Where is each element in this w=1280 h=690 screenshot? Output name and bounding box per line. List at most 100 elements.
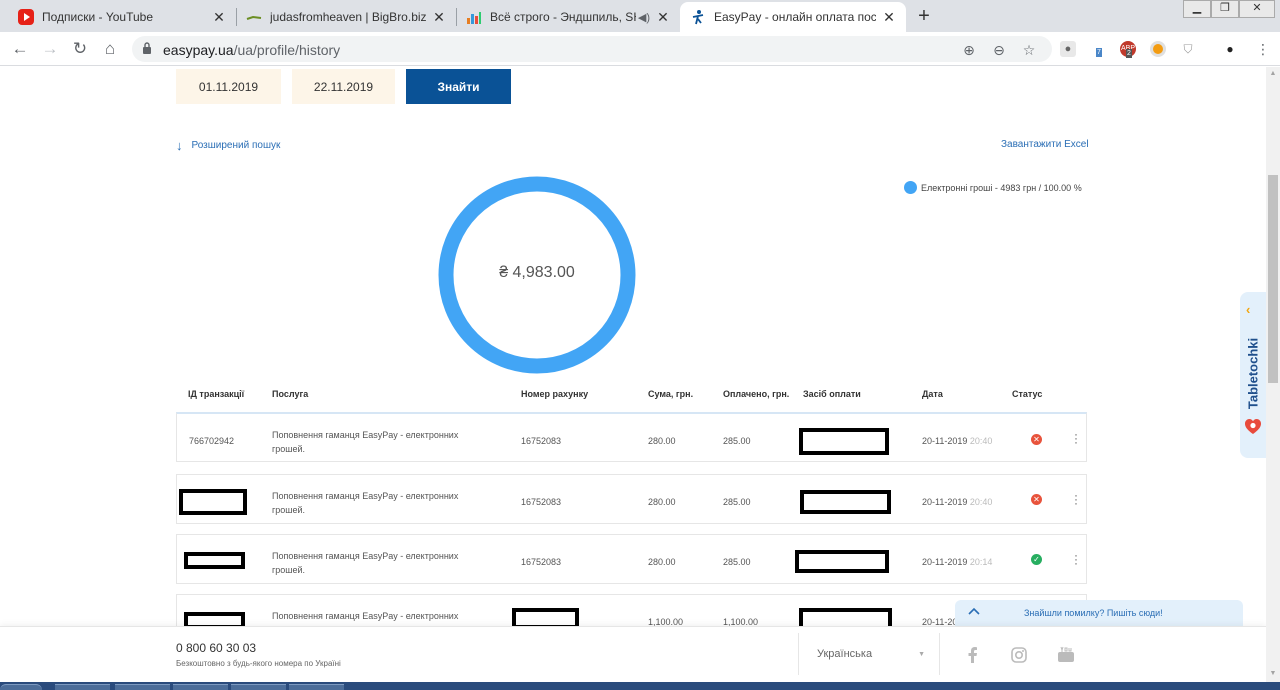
facebook-icon[interactable] — [964, 646, 982, 664]
close-window-button[interactable]: ✕ — [1239, 0, 1275, 18]
header-account: Номер рахунку — [521, 389, 589, 399]
account-number: 16752083 — [521, 497, 562, 507]
report-error-widget[interactable]: Знайшли помилку? Пишіть сюди! — [955, 600, 1243, 626]
table-row[interactable]: 766702942 Поповнення гаманця EasyPay - е… — [176, 412, 1087, 462]
report-error-label: Знайшли помилку? Пишіть сюди! — [1024, 608, 1163, 618]
scrollbar-thumb[interactable] — [1268, 175, 1278, 383]
instagram-icon[interactable] — [1010, 646, 1028, 664]
tab-strip: Подписки - YouTube ✕ judasfromheaven | B… — [0, 0, 1280, 32]
maximize-button[interactable]: ❐ — [1211, 0, 1239, 18]
scroll-down-arrow-icon[interactable]: ▼ — [1268, 670, 1278, 677]
status-failed-icon: ✕ — [1031, 434, 1042, 445]
taskbar-item[interactable] — [55, 684, 110, 690]
service-name: Поповнення гаманця EasyPay - електронних… — [272, 551, 459, 575]
tabletochki-widget[interactable]: ‹ Tabletochki — [1240, 292, 1266, 458]
language-select[interactable]: Українська ▼ — [798, 633, 940, 675]
row-menu-icon[interactable]: · · · — [1073, 489, 1079, 509]
amount: 280.00 — [648, 436, 676, 446]
tab-endshpil[interactable]: Всё строго - Эндшпиль, SH ◀) ✕ — [456, 2, 680, 32]
bookmark-star-icon[interactable]: ☆ — [1021, 42, 1037, 58]
tab-easypay[interactable]: EasyPay - онлайн оплата послуг ✕ — [680, 2, 906, 32]
close-icon[interactable]: ✕ — [656, 9, 670, 26]
legend-label: Електронні гроші - 4983 грн / 100.00 % — [921, 182, 1082, 193]
youtube-icon — [18, 9, 34, 25]
spy-extension-icon[interactable]: ● — [1222, 41, 1238, 57]
language-value: Українська — [817, 648, 873, 660]
legend-dot — [904, 181, 917, 194]
chevron-left-icon[interactable]: ‹ — [1246, 302, 1250, 317]
speaker-icon[interactable]: ◀) — [638, 11, 650, 24]
row-menu-icon[interactable]: · · · — [1073, 549, 1079, 569]
redacted-payment-method — [799, 428, 889, 455]
new-tab-button[interactable]: + — [912, 5, 936, 27]
tab-title: Всё строго - Эндшпиль, SH — [490, 10, 636, 24]
extension-icon[interactable]: 7 — [1090, 41, 1106, 57]
colorful-extension-icon[interactable] — [1150, 41, 1166, 57]
chevron-up-icon[interactable] — [967, 605, 981, 619]
caret-down-icon: ▼ — [918, 651, 925, 658]
service-name: Поповнення гаманця EasyPay - електронних… — [272, 491, 459, 515]
header-payment-method: Засіб оплати — [803, 389, 861, 399]
redacted-payment-method — [800, 490, 891, 514]
header-transaction-id: ІД транзакції — [188, 389, 245, 399]
redacted-transaction-id — [179, 489, 247, 515]
date-to-input[interactable]: 22.11.2019 — [292, 69, 395, 104]
tabletochki-brand: Tabletochki — [1245, 337, 1261, 410]
account-number: 16752083 — [521, 557, 562, 567]
menu-icon[interactable]: ⋮ — [1255, 41, 1271, 57]
tab-youtube[interactable]: Подписки - YouTube ✕ — [8, 2, 236, 32]
header-amount: Сума, грн. — [648, 389, 694, 399]
advanced-search-link[interactable]: ↓ Розширений пошук — [176, 138, 280, 153]
advanced-search-label: Розширений пошук — [191, 140, 281, 151]
tab-bigbro[interactable]: judasfromheaven | BigBro.biz - о ✕ — [236, 2, 456, 32]
total-amount: ₴ 4,983.00 — [499, 264, 575, 281]
minimize-button[interactable]: ▁ — [1183, 0, 1211, 18]
bigbro-icon — [246, 15, 262, 20]
scroll-up-arrow-icon[interactable]: ▲ — [1268, 70, 1278, 77]
paid-amount: 285.00 — [723, 436, 751, 446]
chart-favicon-icon — [467, 12, 481, 24]
page-footer: 0 800 60 30 03 Безкоштовно з будь-якого … — [0, 626, 1266, 682]
bulb-extension-icon[interactable]: ● — [1060, 41, 1076, 57]
start-button[interactable] — [0, 684, 42, 690]
row-menu-icon[interactable]: · · · — [1073, 428, 1079, 448]
transaction-date: 20-11-2019 20:14 — [922, 557, 993, 567]
address-bar[interactable]: easypay.ua/ua/profile/history ⊕ ⊖ ☆ — [132, 36, 1052, 62]
browser-toolbar: ← → ↻ ⌂ easypay.ua/ua/profile/history ⊕ … — [0, 32, 1280, 66]
header-status: Статус — [1012, 389, 1043, 399]
easypay-icon — [692, 10, 704, 25]
close-icon[interactable]: ✕ — [882, 9, 896, 26]
back-button[interactable]: ← — [9, 38, 31, 60]
service-name: Поповнення гаманця EasyPay - електронних… — [272, 430, 459, 454]
support-phone-note: Безкоштовно з будь-якого номера по Украї… — [176, 659, 341, 668]
tab-title: judasfromheaven | BigBro.biz - о — [270, 10, 426, 24]
chart-legend: Електронні гроші - 4983 грн / 100.00 % — [904, 181, 1082, 194]
add-icon[interactable]: ⊕ — [961, 42, 977, 58]
service-name: Поповнення гаманця EasyPay - електронних — [272, 611, 459, 621]
date-from-input[interactable]: 01.11.2019 — [176, 69, 281, 104]
amount: 280.00 — [648, 557, 676, 567]
lock-icon — [143, 42, 151, 54]
taskbar-item[interactable] — [115, 684, 170, 690]
transaction-id: 766702942 — [189, 436, 235, 446]
taskbar-item[interactable] — [289, 684, 344, 690]
forward-button[interactable]: → — [39, 38, 61, 60]
reload-button[interactable]: ↻ — [69, 38, 91, 60]
taskbar-item[interactable] — [173, 684, 228, 690]
taskbar-item[interactable] — [231, 684, 286, 690]
table-row[interactable]: Поповнення гаманця EasyPay - електронних… — [176, 474, 1087, 524]
find-button[interactable]: Знайти — [406, 69, 511, 104]
header-paid: Оплачено, грн. — [723, 389, 790, 399]
table-row[interactable]: Поповнення гаманця EasyPay - електронних… — [176, 534, 1087, 584]
url-text: easypay.ua/ua/profile/history — [163, 42, 341, 58]
close-icon[interactable]: ✕ — [432, 9, 446, 26]
zoom-icon[interactable]: ⊖ — [991, 42, 1007, 58]
support-phone[interactable]: 0 800 60 30 03 — [176, 641, 256, 655]
close-icon[interactable]: ✕ — [212, 9, 226, 26]
home-button[interactable]: ⌂ — [99, 38, 121, 60]
paid-amount: 285.00 — [723, 497, 751, 507]
shield-icon[interactable]: ⛉ — [1180, 41, 1196, 57]
adblock-icon[interactable]: ABP 2 — [1120, 41, 1136, 58]
download-excel-link[interactable]: Завантажити Excel — [1001, 139, 1089, 150]
youtube-icon[interactable] — [1057, 646, 1075, 664]
